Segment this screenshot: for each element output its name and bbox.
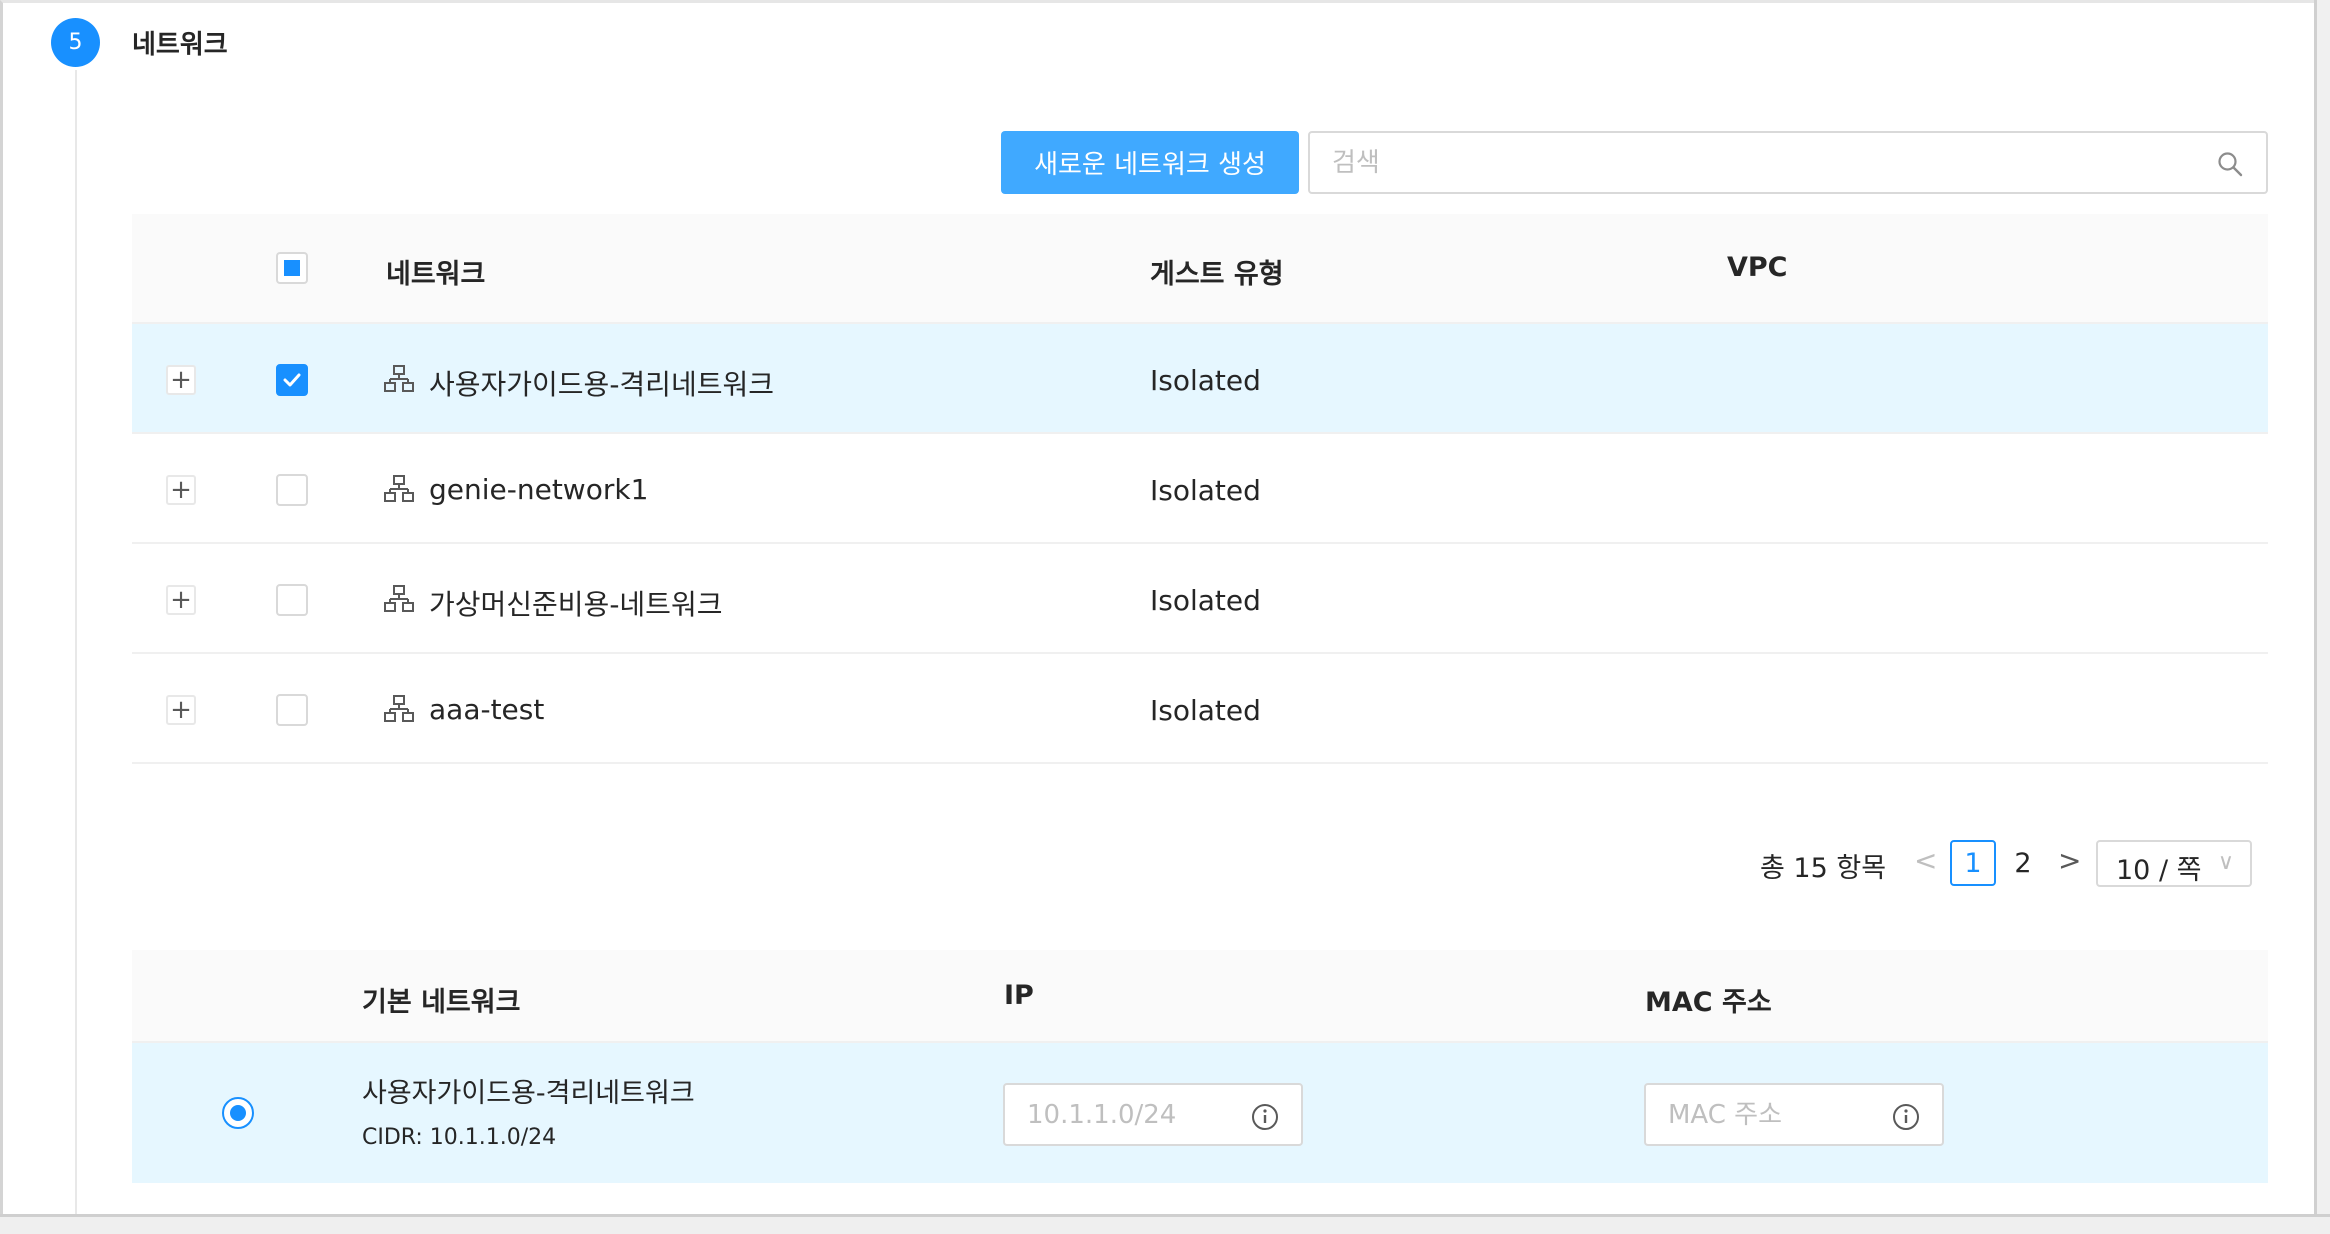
frame-edge-right: [2314, 0, 2330, 1234]
table-row[interactable]: + 가상머신준비용-네트워크 Isolated: [132, 544, 2268, 654]
default-network-table: 기본 네트워크 IP MAC 주소 사용자가이드용-격리네트워크 CIDR: 1…: [132, 950, 2268, 1183]
network-table: 네트워크 게스트 유형 VPC + 사용자가이드용-격리네트워크 Isolate…: [132, 214, 2268, 764]
step-connector-line: [75, 70, 77, 1214]
check-icon: [283, 373, 301, 387]
search-icon[interactable]: [2216, 150, 2244, 178]
page-item-1[interactable]: 1: [1950, 840, 1996, 886]
table-row: 사용자가이드용-격리네트워크 CIDR: 10.1.1.0/24: [132, 1043, 2268, 1183]
column-header-network[interactable]: 네트워크: [386, 252, 485, 291]
step-number-badge: 5: [51, 18, 100, 67]
network-table-header: 네트워크 게스트 유형 VPC: [132, 214, 2268, 324]
column-header-mac: MAC 주소: [1645, 987, 1772, 1018]
guest-type: Isolated: [1150, 474, 1261, 507]
mac-input[interactable]: [1668, 1095, 1888, 1135]
network-name: genie-network1: [429, 473, 649, 506]
column-header-guest-type[interactable]: 게스트 유형: [1150, 252, 1284, 291]
page-size-select[interactable]: 10 / 쪽 ∨: [2096, 840, 2252, 887]
expand-row-button[interactable]: +: [166, 475, 196, 505]
table-row[interactable]: + 사용자가이드용-격리네트워크 Isolated: [132, 324, 2268, 434]
pagination: 총 15 항목 < 1 2 > 10 / 쪽 ∨: [0, 840, 2330, 890]
expand-row-button[interactable]: +: [166, 365, 196, 395]
pagination-total: 총 15 항목: [1760, 853, 1887, 884]
row-checkbox[interactable]: [276, 474, 308, 506]
network-icon: [384, 585, 414, 612]
select-all-checkbox[interactable]: [276, 252, 308, 284]
network-icon: [384, 475, 414, 502]
default-network-name: 사용자가이드용-격리네트워크: [362, 1078, 695, 1109]
network-name: 가상머신준비용-네트워크: [429, 588, 723, 621]
create-network-button[interactable]: 새로운 네트워크 생성: [1001, 131, 1299, 194]
column-header-vpc[interactable]: VPC: [1727, 252, 1788, 283]
guest-type: Isolated: [1150, 584, 1261, 617]
info-icon[interactable]: [1251, 1103, 1279, 1131]
mac-field[interactable]: [1644, 1083, 1944, 1146]
guest-type: Isolated: [1150, 694, 1261, 727]
step-title: 네트워크: [132, 30, 228, 60]
ip-input[interactable]: [1027, 1095, 1247, 1135]
expand-row-button[interactable]: +: [166, 585, 196, 615]
network-icon: [384, 365, 414, 392]
page-item-2[interactable]: 2: [2000, 840, 2046, 886]
network-name: aaa-test: [429, 693, 545, 726]
frame-edge-bottom: [0, 1214, 2330, 1234]
network-icon: [384, 695, 414, 722]
column-header-default-network: 기본 네트워크: [362, 987, 521, 1018]
expand-row-button[interactable]: +: [166, 695, 196, 725]
row-checkbox[interactable]: [276, 584, 308, 616]
default-network-radio[interactable]: [222, 1097, 254, 1129]
guest-type: Isolated: [1150, 364, 1261, 397]
search-input[interactable]: [1332, 143, 2172, 183]
default-network-table-header: 기본 네트워크 IP MAC 주소: [132, 950, 2268, 1043]
chevron-left-icon[interactable]: <: [1914, 844, 1937, 877]
column-header-ip: IP: [1004, 980, 1034, 1011]
info-icon[interactable]: [1892, 1103, 1920, 1131]
default-network-cidr: CIDR: 10.1.1.0/24: [362, 1125, 557, 1150]
page-size-value: 10 / 쪽: [2116, 855, 2202, 886]
chevron-down-icon: ∨: [2217, 850, 2234, 875]
row-checkbox[interactable]: [276, 364, 308, 396]
ip-field[interactable]: [1003, 1083, 1303, 1146]
chevron-right-icon[interactable]: >: [2058, 844, 2081, 877]
row-checkbox[interactable]: [276, 694, 308, 726]
table-row[interactable]: + aaa-test Isolated: [132, 654, 2268, 764]
search-box[interactable]: [1308, 131, 2268, 194]
network-name: 사용자가이드용-격리네트워크: [429, 368, 774, 401]
table-row[interactable]: + genie-network1 Isolated: [132, 434, 2268, 544]
